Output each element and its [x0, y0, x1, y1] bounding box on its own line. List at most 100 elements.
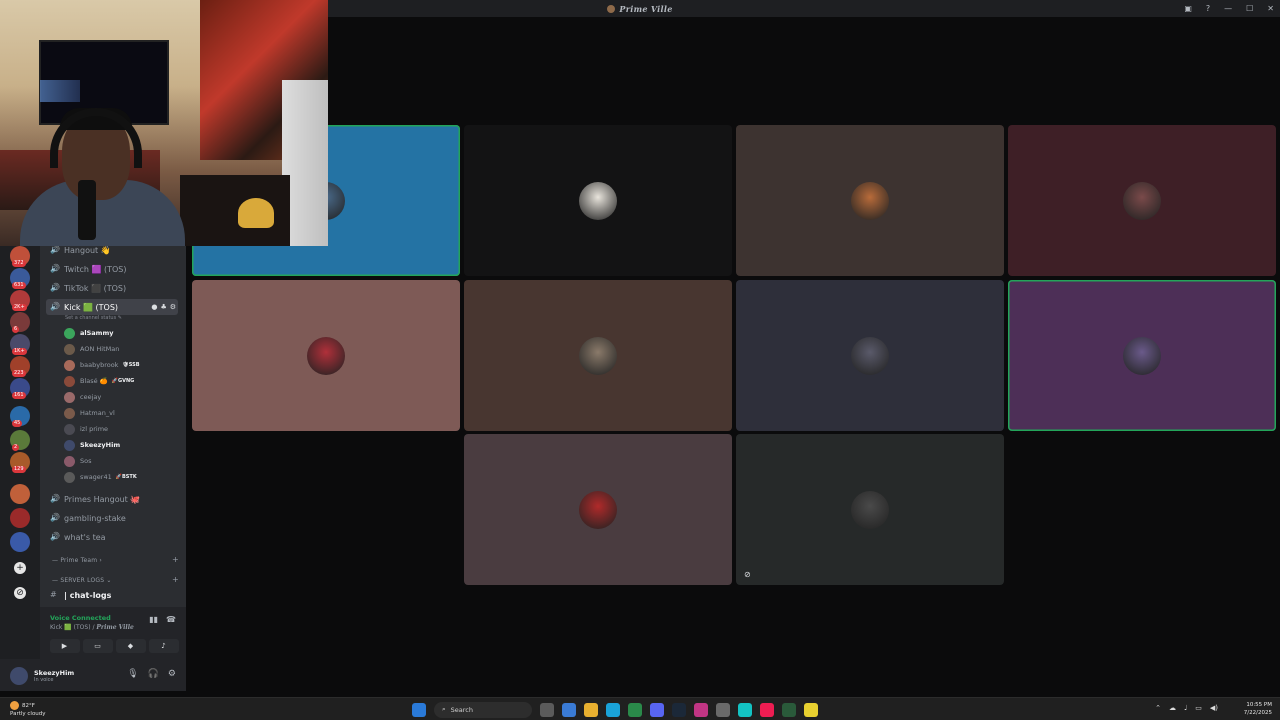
participant-tile[interactable]: ⊘: [736, 434, 1004, 585]
webcam-mic: [78, 180, 96, 240]
participant-tile[interactable]: [736, 125, 1004, 276]
channel-label: what's tea: [64, 532, 106, 542]
disconnect-icon[interactable]: ☎: [166, 615, 176, 624]
cloud-icon[interactable]: ☁: [1169, 704, 1176, 712]
participant-tile[interactable]: [192, 280, 460, 431]
weather-widget[interactable]: 82°F Partly cloudy: [10, 701, 46, 718]
speaker-icon: 🔊: [50, 302, 60, 311]
taskbar-app-icon[interactable]: [804, 702, 818, 717]
member-name: swager41: [80, 473, 112, 481]
voice-member[interactable]: Sos: [64, 453, 92, 469]
taskbar-app-icon[interactable]: [738, 702, 752, 717]
avatar[interactable]: [10, 667, 28, 685]
discover-icon[interactable]: ⊘: [14, 587, 26, 599]
channel-chat-logs[interactable]: # | chat-logs: [50, 587, 182, 603]
add-channel-icon[interactable]: +: [172, 555, 179, 564]
soundboard-button[interactable]: ♪: [148, 639, 179, 653]
channel-primes-hangout[interactable]: 🔊 Primes Hangout 🐙: [50, 491, 182, 507]
voice-member[interactable]: Blasé 🍊 🚀GVNG: [64, 373, 134, 389]
add-member-icon[interactable]: ♣: [160, 303, 166, 311]
window-controls: ▣ ? — ☐ ✕: [1184, 0, 1274, 17]
voice-member[interactable]: swager41 🚀BSTK: [64, 469, 137, 485]
taskbar-app-icon[interactable]: [672, 702, 686, 717]
voice-member[interactable]: SkeezyHim: [64, 437, 120, 453]
avatar: [579, 490, 617, 529]
muted-mic-icon: ⊘: [744, 570, 751, 579]
taskbar-app-icon[interactable]: [562, 702, 576, 717]
add-channel-icon[interactable]: +: [172, 575, 179, 584]
taskbar-app-icon[interactable]: [694, 702, 708, 717]
server-icon[interactable]: [10, 508, 30, 528]
avatar: [64, 391, 75, 403]
screen-share-button[interactable]: ▭: [82, 639, 113, 653]
windows-start-icon[interactable]: [412, 702, 426, 717]
taskbar-app-icon[interactable]: [628, 702, 642, 717]
voice-member[interactable]: izl prime: [64, 421, 108, 437]
voice-connected-title[interactable]: Voice Connected: [50, 614, 111, 622]
voice-member[interactable]: ceejay: [64, 389, 101, 405]
maximize-button[interactable]: ☐: [1246, 4, 1253, 13]
settings-gear-icon[interactable]: ⚙: [170, 303, 176, 311]
inbox-icon[interactable]: ▣: [1184, 4, 1192, 13]
avatar: [307, 336, 345, 375]
channel-label: Kick 🟩 (TOS): [64, 302, 119, 312]
server-icon[interactable]: [10, 484, 30, 504]
taskbar-app-icon[interactable]: [584, 702, 598, 717]
member-name: Hatman_vl: [80, 409, 115, 417]
channel-status-prompt[interactable]: Set a channel status ✎: [65, 315, 122, 321]
mic-tray-icon[interactable]: ♩: [1184, 704, 1187, 712]
voice-connected-channel[interactable]: Kick 🟩 (TOS) / Prime Ville: [50, 624, 134, 631]
unread-badge: 2K+: [12, 304, 27, 311]
channel-kick-active[interactable]: 🔊 Kick 🟩 (TOS) ● ♣ ⚙: [46, 299, 178, 315]
close-button[interactable]: ✕: [1267, 4, 1274, 13]
network-icon[interactable]: ▭: [1195, 704, 1202, 712]
chevron-up-icon[interactable]: ⌃: [1155, 704, 1161, 712]
taskbar-app-icon[interactable]: [650, 702, 664, 717]
voice-member[interactable]: alSammy: [64, 325, 113, 341]
microphone-icon[interactable]: 🎙: [127, 669, 138, 679]
participant-tile[interactable]: [736, 280, 1004, 431]
participant-tile[interactable]: [1008, 280, 1276, 431]
clock[interactable]: 10:55 PM 7/22/2025: [1244, 701, 1272, 717]
help-icon[interactable]: ?: [1206, 4, 1210, 13]
camera-button[interactable]: ▶: [49, 639, 80, 653]
server-icon[interactable]: [10, 532, 30, 552]
channel-twitch[interactable]: 🔊 Twitch 🟪 (TOS): [50, 261, 182, 277]
windows-taskbar: 82°F Partly cloudy ⌕ Search ⌃ ☁ ♩ ▭ ◀) 1…: [0, 697, 1280, 720]
taskbar-app-icon[interactable]: [716, 702, 730, 717]
category-label: Prime Team ›: [60, 557, 102, 564]
participant-tile[interactable]: [464, 434, 732, 585]
taskbar-app-icon[interactable]: [760, 702, 774, 717]
taskbar-search[interactable]: ⌕ Search: [434, 701, 532, 718]
voice-member[interactable]: baabybrook 🛡SSB: [64, 357, 140, 373]
channel-whats-tea[interactable]: 🔊 what's tea: [50, 529, 182, 545]
avatar: [64, 471, 75, 483]
voice-server-label: Prime Ville: [96, 624, 134, 631]
participant-tile[interactable]: [1008, 125, 1276, 276]
voice-member[interactable]: Hatman_vl: [64, 405, 115, 421]
search-icon: ⌕: [442, 705, 446, 713]
signal-icon[interactable]: ▮▮: [149, 615, 158, 624]
category-server-logs[interactable]: — SERVER LOGS ⌄: [52, 577, 112, 584]
add-server-icon[interactable]: +: [14, 562, 26, 574]
avatar: [64, 343, 75, 355]
category-prime-team[interactable]: — Prime Team ›: [52, 557, 102, 564]
taskbar-app-icon[interactable]: [606, 702, 620, 717]
channel-tiktok[interactable]: 🔊 TikTok ⬛ (TOS): [50, 280, 182, 296]
voice-member[interactable]: AON HitMan: [64, 341, 119, 357]
minimize-button[interactable]: —: [1224, 4, 1232, 13]
chat-icon[interactable]: ●: [151, 303, 157, 311]
participant-tile[interactable]: [464, 280, 732, 431]
voice-connected-panel: Voice Connected Kick 🟩 (TOS) / Prime Vil…: [40, 607, 186, 659]
taskbar-app-icon[interactable]: [540, 702, 554, 717]
settings-gear-icon[interactable]: ⚙: [168, 669, 176, 679]
activity-button[interactable]: ◆: [115, 639, 146, 653]
headphones-icon[interactable]: 🎧: [148, 669, 159, 679]
user-name: SkeezyHim: [34, 669, 75, 677]
participant-tile[interactable]: [464, 125, 732, 276]
taskbar-app-icon[interactable]: [782, 702, 796, 717]
channel-gambling-stake[interactable]: 🔊 gambling-stake: [50, 510, 182, 526]
volume-icon[interactable]: ◀): [1210, 704, 1218, 712]
system-tray: ⌃ ☁ ♩ ▭ ◀): [1155, 704, 1218, 712]
user-status: In voice: [34, 677, 54, 683]
